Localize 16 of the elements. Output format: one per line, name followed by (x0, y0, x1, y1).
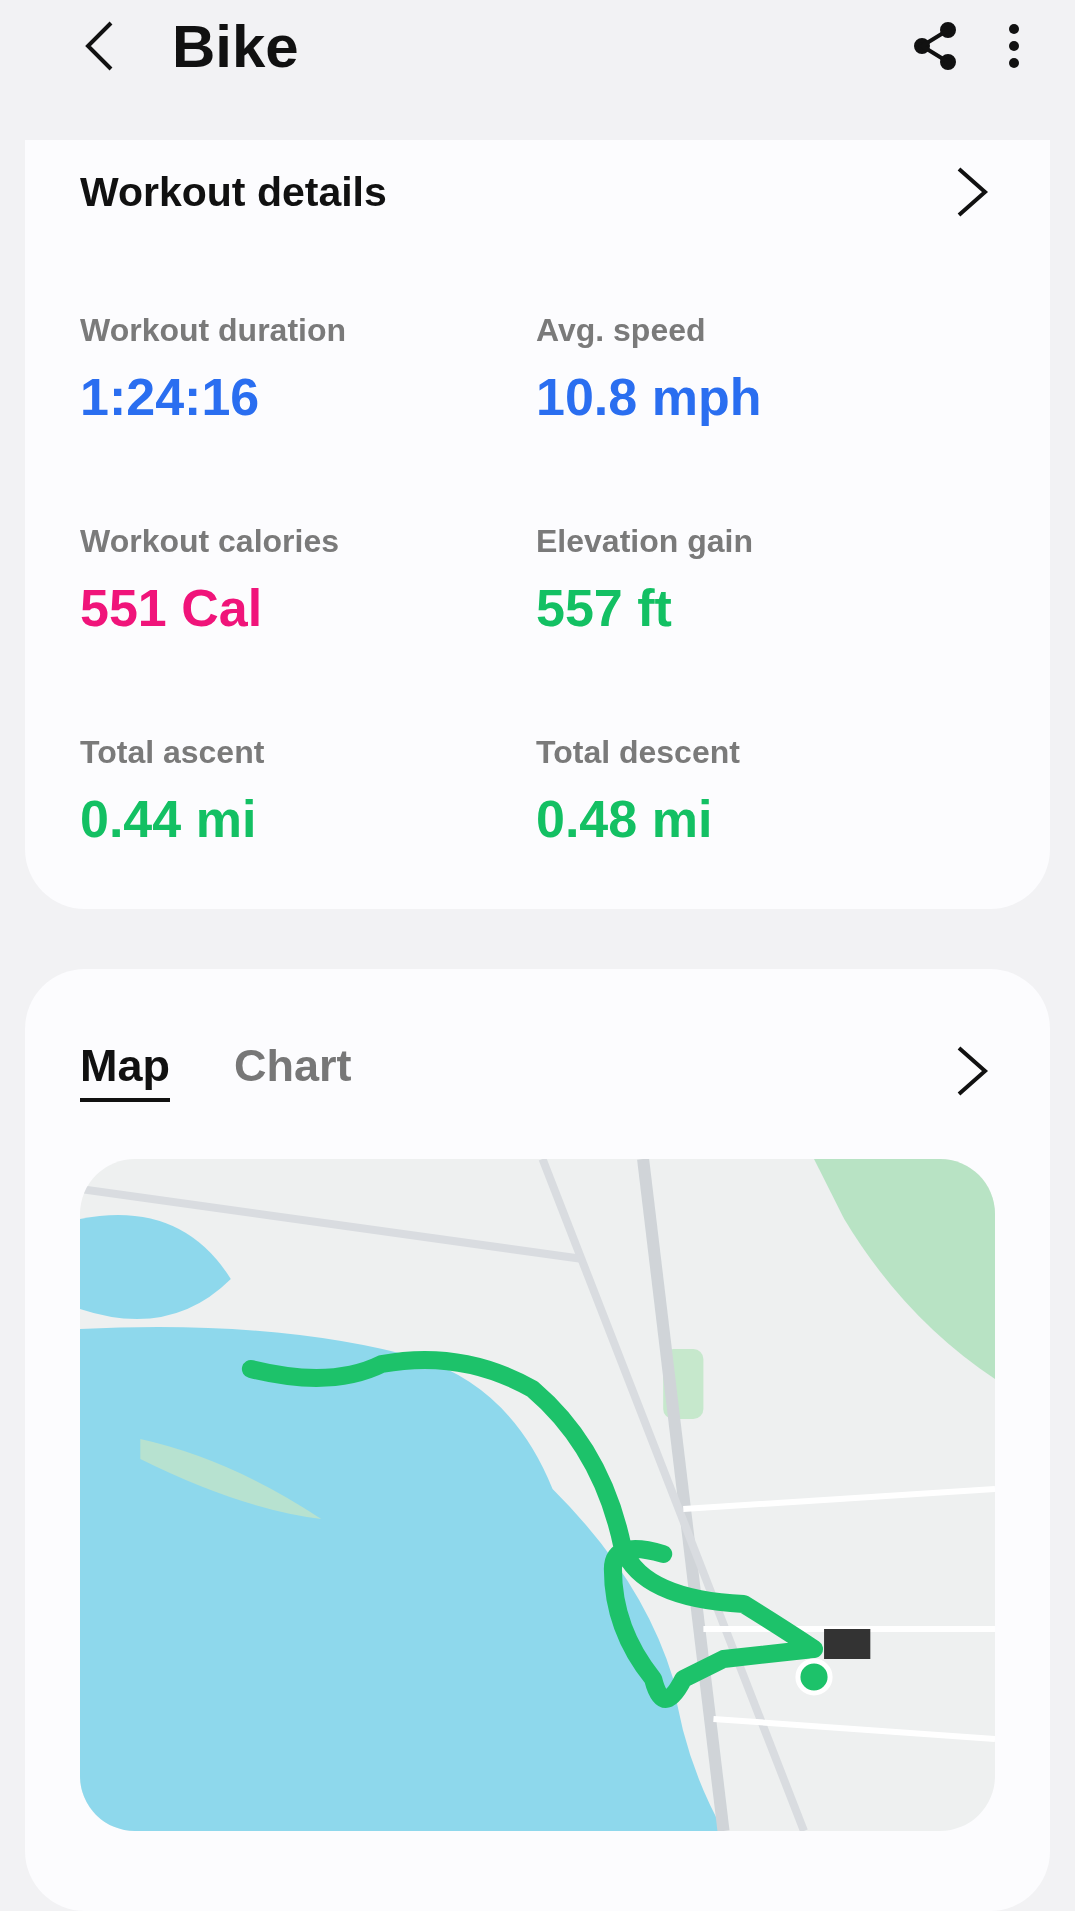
stat-value: 0.44 mi (80, 789, 258, 849)
stat-label: Total ascent (80, 734, 266, 771)
page-title: Bike (172, 11, 300, 81)
stat-value: 1:24:16 (80, 367, 261, 427)
stat-value: 0.48 mi (536, 789, 714, 849)
stat-label: Workout calories (80, 523, 341, 560)
tab[interactable]: Chart (234, 1040, 352, 1102)
stat-label: Total descent (536, 734, 741, 771)
stat-value: 551 Cal (80, 578, 264, 638)
stat-label: Elevation gain (536, 523, 754, 560)
tab[interactable]: Map (80, 1040, 170, 1102)
stat-value: 557 ft (536, 578, 673, 638)
stat-value: 10.8 mph (536, 367, 763, 427)
card-title: Workout details (80, 168, 387, 216)
stat-label: Avg. speed (536, 312, 707, 349)
stat-label: Workout duration (80, 312, 348, 349)
